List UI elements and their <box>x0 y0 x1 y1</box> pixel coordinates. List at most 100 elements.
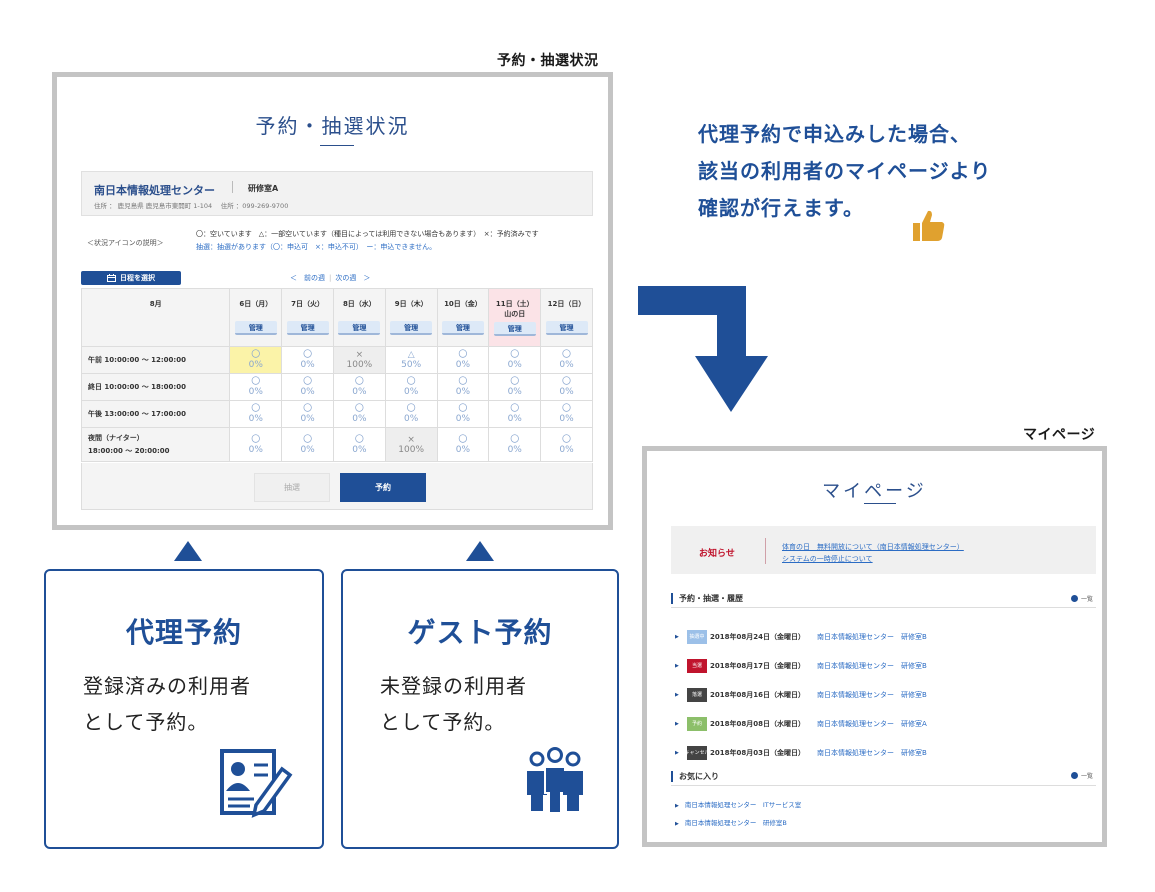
notice-box: お知らせ 体育の日 無料開放について（南日本情報処理センター） システムの一時停… <box>671 526 1096 574</box>
availability-cell[interactable]: 〇 0% <box>436 346 490 374</box>
day-header: 12日（日） 管理 <box>540 288 593 347</box>
availability-cell[interactable]: 〇 0% <box>488 400 542 428</box>
history-facility: 南日本情報処理センター 研修室B <box>816 661 927 670</box>
availability-cell[interactable]: 〇 0% <box>384 400 438 428</box>
select-date-button[interactable]: 日程を選択 <box>81 271 181 285</box>
history-item[interactable]: ▶ 当選 2018年08月17日（金曜日） 南日本情報処理センター 研修室B <box>675 651 1095 680</box>
availability-cell[interactable]: 〇 0% <box>540 400 593 428</box>
availability-percent: 100% <box>398 444 425 455</box>
availability-symbol: 〇 <box>510 434 520 445</box>
availability-cell[interactable]: 〇 0% <box>229 346 283 374</box>
day-label: 12日（日） <box>547 300 586 308</box>
availability-cell[interactable]: × 100% <box>384 427 438 462</box>
history-item[interactable]: ▶ 落選 2018年08月16日（木曜日） 南日本情報処理センター 研修室B <box>675 680 1095 709</box>
availability-cell[interactable]: 〇 0% <box>332 400 386 428</box>
notice-link[interactable]: システムの一時停止について <box>782 554 873 564</box>
favorite-label: 南日本情報処理センター ITサービス室 <box>684 801 802 809</box>
manage-button[interactable]: 管理 <box>338 321 381 335</box>
availability-cell[interactable]: 〇 0% <box>332 373 386 401</box>
history-item[interactable]: ▶ キャンセル 2018年08月03日（金曜日） 南日本情報処理センター 研修室B <box>675 738 1095 767</box>
holiday-label <box>230 309 281 318</box>
manage-button[interactable]: 管理 <box>545 321 588 335</box>
manage-button[interactable]: 管理 <box>234 321 277 335</box>
availability-symbol: 〇 <box>251 350 261 360</box>
history-date: 2018年08月24日（金曜日） <box>710 632 805 641</box>
favorite-item[interactable]: ▶ 南日本情報処理センター 研修室B <box>675 817 787 827</box>
notice-link[interactable]: 体育の日 無料開放について（南日本情報処理センター） <box>782 542 964 552</box>
availability-percent: 0% <box>248 360 263 370</box>
availability-cell[interactable]: 〇 0% <box>540 346 593 374</box>
facility-address: 住所 ： 鹿児島県 鹿児島市東開町 1-104 住所 ：099-269-9700 <box>94 202 289 210</box>
availability-cell[interactable]: 〇 0% <box>229 373 283 401</box>
day-header: 8日（水） 管理 <box>332 288 386 347</box>
availability-cell[interactable]: × 100% <box>332 346 386 374</box>
slot-label: 夜間（ナイター） <box>88 434 144 442</box>
day-header: 10日（金） 管理 <box>436 288 490 347</box>
availability-cell[interactable]: 〇 0% <box>332 427 386 462</box>
availability-percent: 0% <box>352 414 367 424</box>
holiday-label: 山の日 <box>504 310 526 318</box>
history-item[interactable]: ▶ 抽選中 2018年08月24日（金曜日） 南日本情報処理センター 研修室B <box>675 622 1095 651</box>
divider <box>232 181 233 193</box>
availability-cell[interactable]: 〇 0% <box>229 427 283 462</box>
week-navigation: ＜ 前の週 | 次の週 ＞ <box>290 274 371 282</box>
next-week-link[interactable]: 次の週 ＞ <box>335 274 370 282</box>
history-list-link[interactable]: 一覧 <box>1071 594 1093 603</box>
up-triangle-icon <box>466 541 494 561</box>
favorite-label: 南日本情報処理センター 研修室B <box>684 819 787 827</box>
history-item[interactable]: ▶ 予約 2018年08月08日（水曜日） 南日本情報処理センター 研修室A <box>675 709 1095 738</box>
manage-button[interactable]: 管理 <box>493 322 536 336</box>
time-slot-label: 午前 10:00:00 ～ 12:00:00 <box>80 346 231 374</box>
availability-percent: 0% <box>300 387 315 397</box>
availability-percent: 0% <box>404 387 419 397</box>
legend-title: ＜状況アイコンの説明＞ <box>87 239 164 247</box>
availability-symbol: 〇 <box>562 404 572 414</box>
favorite-item[interactable]: ▶ 南日本情報処理センター ITサービス室 <box>675 799 801 809</box>
availability-cell[interactable]: 〇 0% <box>281 373 334 401</box>
manage-button[interactable]: 管理 <box>286 321 329 335</box>
proxy-title: 代理予約 <box>125 616 242 649</box>
manage-button[interactable]: 管理 <box>441 321 484 335</box>
availability-cell[interactable]: 〇 0% <box>281 427 334 462</box>
slot-label: 終日 10:00:00 ～ 18:00:00 <box>88 383 186 391</box>
reserve-button[interactable]: 予約 <box>340 473 426 502</box>
history-date: 2018年08月03日（金曜日） <box>710 748 805 757</box>
favorites-list-link[interactable]: 一覧 <box>1071 771 1093 780</box>
reservation-caption: 予約・抽選状況 <box>497 53 599 69</box>
availability-cell[interactable]: 〇 0% <box>281 400 334 428</box>
availability-cell[interactable]: 〇 0% <box>436 427 490 462</box>
list-link-label: 一覧 <box>1081 773 1094 780</box>
manage-button[interactable]: 管理 <box>390 321 433 335</box>
availability-cell[interactable]: 〇 0% <box>436 400 490 428</box>
availability-percent: 0% <box>507 387 522 397</box>
availability-cell[interactable]: 〇 0% <box>488 346 542 374</box>
page-title: 予約・抽選状況 <box>255 114 410 138</box>
availability-symbol: 〇 <box>251 404 261 414</box>
month-header: 8月 <box>80 288 231 347</box>
availability-percent: 0% <box>300 360 315 370</box>
availability-cell[interactable]: 〇 0% <box>229 400 283 428</box>
status-badge: 予約 <box>687 716 707 731</box>
availability-cell[interactable]: 〇 0% <box>540 373 593 401</box>
availability-cell[interactable]: 〇 0% <box>281 346 334 374</box>
availability-cell[interactable]: △ 50% <box>384 346 438 374</box>
availability-cell[interactable]: 〇 0% <box>436 373 490 401</box>
availability-percent: 0% <box>455 387 471 397</box>
day-label: 6日（月） <box>239 300 273 308</box>
slot-label-time: 18:00:00 ～ 20:00:00 <box>88 447 170 455</box>
title-underline <box>864 503 896 504</box>
availability-cell[interactable]: 〇 0% <box>488 427 542 462</box>
day-header: 6日（月） 管理 <box>229 288 283 347</box>
up-triangle-icon <box>174 541 202 561</box>
notice-label: お知らせ <box>699 549 735 559</box>
guest-description: 未登録の利用者 として予約。 <box>380 668 527 740</box>
availability-cell[interactable]: 〇 0% <box>540 427 593 462</box>
availability-symbol: 〇 <box>562 377 572 387</box>
availability-cell[interactable]: 〇 0% <box>384 373 438 401</box>
history-facility: 南日本情報処理センター 研修室B <box>816 748 927 757</box>
availability-cell[interactable]: 〇 0% <box>488 373 542 401</box>
prev-week-link[interactable]: ＜ 前の週 <box>290 274 325 282</box>
history-date: 2018年08月17日（金曜日） <box>710 661 805 670</box>
bullet-icon: ▶ <box>675 803 679 809</box>
lottery-button[interactable]: 抽選 <box>254 473 330 502</box>
